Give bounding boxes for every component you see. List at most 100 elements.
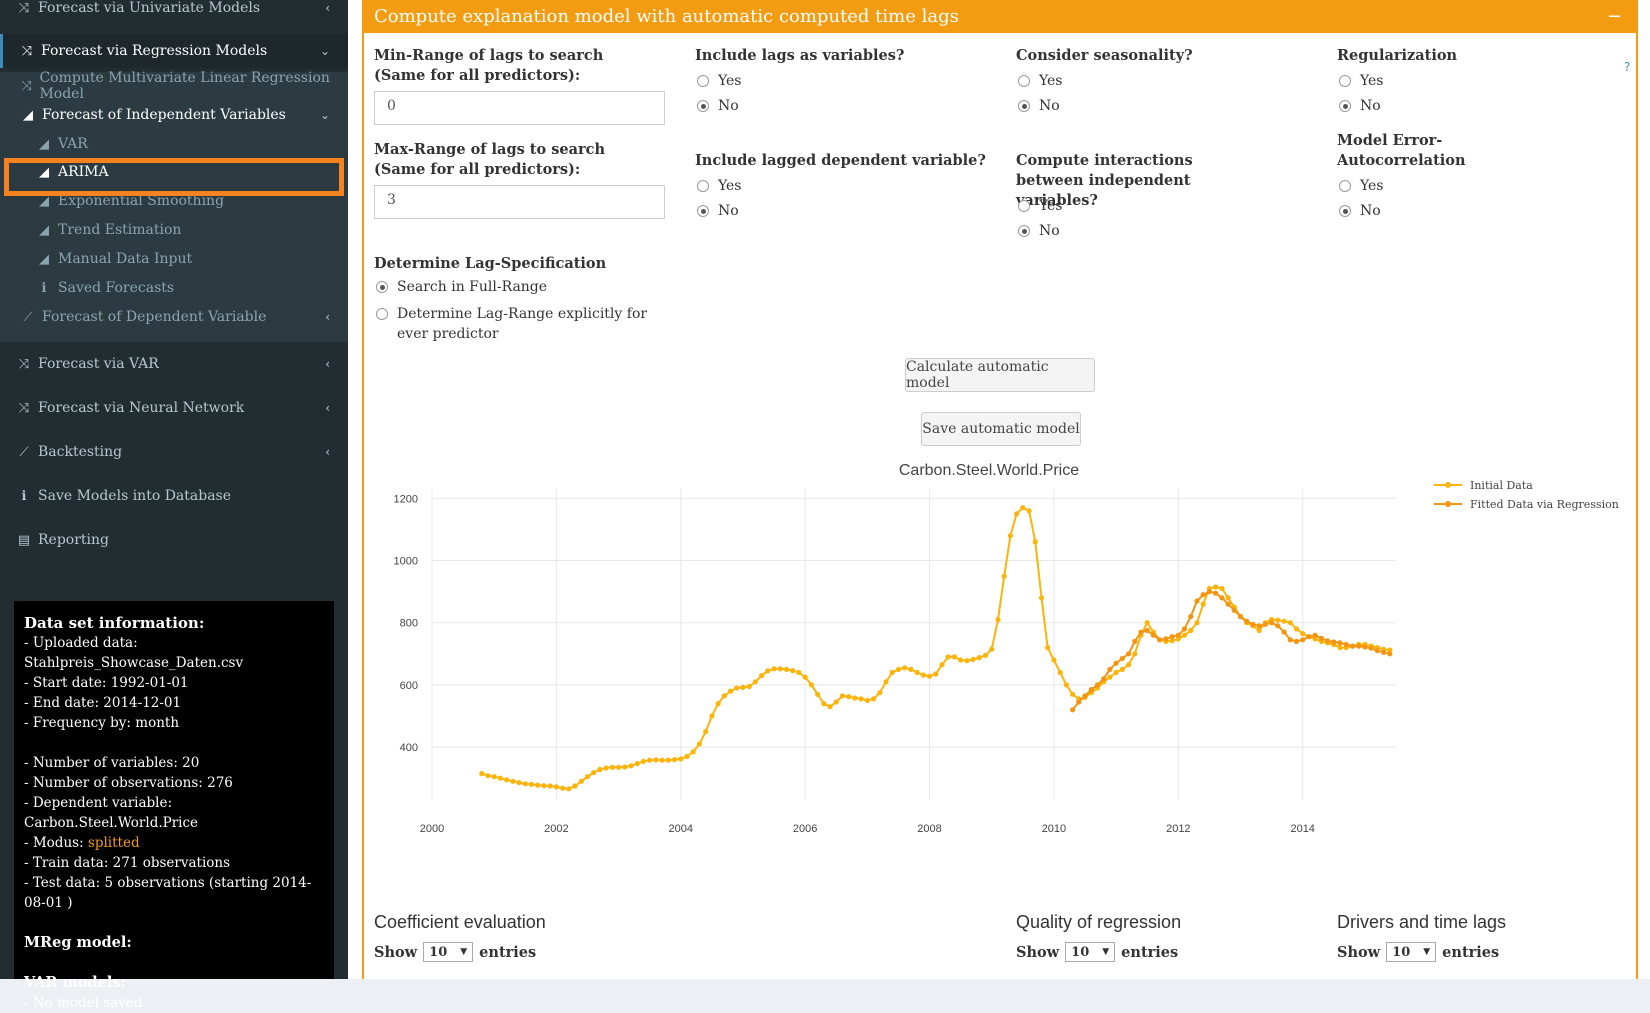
radio-selected[interactable] [697, 100, 709, 112]
data-point [852, 695, 858, 701]
regularization-no[interactable]: No [1339, 98, 1381, 114]
sidebar-subitem-manual-data-input[interactable]: ◢ Manual Data Input [0, 245, 348, 273]
data-point [926, 673, 933, 679]
data-point [1387, 651, 1393, 657]
data-point [958, 657, 964, 663]
data-point [1057, 669, 1063, 676]
calculate-automatic-model-button[interactable]: Calculate automatic model [905, 358, 1095, 392]
model-error-no[interactable]: No [1339, 203, 1381, 219]
data-point [1275, 617, 1281, 623]
price-chart: Carbon.Steel.World.Price 400 600 800 1000 120… [394, 462, 1619, 835]
data-point [591, 770, 597, 776]
area-chart-icon: ◢ [39, 136, 49, 152]
radio-unselected[interactable] [697, 75, 709, 87]
sidebar-item-label: Forecast via Regression Models [41, 43, 268, 59]
data-point [752, 679, 758, 685]
sidebar-subitem-forecast-of-independent-variables[interactable]: ◢ Forecast of Independent Variables ⌄ [0, 101, 348, 129]
data-point [821, 701, 827, 707]
data-point [1194, 598, 1200, 604]
coef-page-length: Show 10 ▼ entries [374, 942, 536, 962]
sidebar-subitem-saved-forecasts[interactable]: ℹ Saved Forecasts [0, 274, 348, 302]
model-error-yes[interactable]: Yes [1339, 178, 1384, 194]
sidebar-item-reporting[interactable]: ▤ Reporting [0, 523, 348, 557]
y-tick-label: 1000 [394, 556, 418, 568]
include-lags-no[interactable]: No [697, 98, 739, 114]
radio-unselected[interactable] [1018, 200, 1030, 212]
legend-marker [1445, 501, 1451, 507]
drivers-entries-select[interactable]: 10 ▼ [1386, 942, 1437, 962]
data-point [827, 704, 833, 710]
coef-entries-select[interactable]: 10 ▼ [423, 942, 474, 962]
data-point [1200, 601, 1206, 607]
interactions-no[interactable]: No [1018, 223, 1060, 239]
collapse-icon[interactable]: − [1607, 0, 1622, 33]
sidebar-item-backtesting[interactable]: ⟋ Backtesting ‹ [0, 435, 348, 469]
sidebar-item-forecast-via-var[interactable]: ⤨ Forecast via VAR ‹ [0, 347, 348, 381]
sidebar-subitem-forecast-of-dependent-variable[interactable]: ⟋ Forecast of Dependent Variable ‹ [0, 303, 348, 331]
lag-spec-full-range-option[interactable]: Search in Full-Range [376, 279, 547, 295]
data-point [603, 765, 609, 771]
option-label: Yes [718, 178, 742, 194]
regularization-yes[interactable]: Yes [1339, 73, 1384, 89]
main-content: Compute explanation model with automatic… [348, 0, 1650, 979]
max-range-input[interactable]: 3 [374, 185, 665, 219]
data-point [914, 669, 920, 676]
data-point [1231, 607, 1237, 613]
interactions-yes[interactable]: Yes [1018, 198, 1063, 214]
data-point [777, 666, 783, 672]
regularization-label: Regularization [1337, 47, 1458, 64]
radio-selected[interactable] [1339, 100, 1351, 112]
radio-unselected[interactable] [697, 180, 709, 192]
sidebar-item-forecast-via-regression-models[interactable]: ⤨ Forecast via Regression Models ⌄ [0, 34, 348, 68]
help-icon[interactable]: ? [1624, 60, 1630, 74]
data-point [578, 778, 584, 784]
radio-selected[interactable] [376, 281, 388, 293]
sidebar-subitem-var[interactable]: ◢ VAR [0, 130, 348, 158]
data-point [566, 786, 572, 792]
data-point [1325, 638, 1331, 644]
lagged-dep-no[interactable]: No [697, 203, 739, 219]
lagged-dep-yes[interactable]: Yes [697, 178, 742, 194]
data-point [1014, 511, 1020, 517]
radio-selected[interactable] [1018, 225, 1030, 237]
radio-unselected[interactable] [1018, 75, 1030, 87]
data-point [1293, 638, 1300, 644]
series-line-fitted-data [1071, 590, 1391, 711]
entries-label: entries [1442, 943, 1500, 961]
radio-selected[interactable] [1018, 100, 1030, 112]
sidebar-subitem-trend-estimation[interactable]: ◢ Trend Estimation [0, 216, 348, 244]
sidebar-item-forecast-via-neural-network[interactable]: ⤨ Forecast via Neural Network ‹ [0, 391, 348, 425]
radio-unselected[interactable] [1339, 75, 1351, 87]
radio-unselected[interactable] [1339, 180, 1351, 192]
sidebar-item-forecast-via-univariate-models[interactable]: ⤨ Forecast via Univariate Models ‹ [0, 0, 348, 16]
box-header: Compute explanation model with automatic… [364, 0, 1636, 33]
var-title: VAR models: [24, 974, 126, 991]
data-point [1144, 620, 1150, 626]
data-point [1107, 666, 1113, 672]
data-point [1225, 601, 1231, 607]
radio-unselected[interactable] [376, 308, 388, 320]
data-point [839, 693, 846, 699]
radio-selected[interactable] [697, 205, 709, 217]
seasonality-yes[interactable]: Yes [1018, 73, 1063, 89]
min-range-input[interactable]: 0 [374, 91, 665, 125]
coefficient-evaluation-title: Coefficient evaluation [374, 912, 546, 932]
sidebar-subitem-compute-multivariate-linear-regression-model[interactable]: ⤨ Compute Multivariate Linear Regression … [0, 70, 348, 102]
sidebar-item-save-models-into-database[interactable]: ℹ Save Models into Database [0, 479, 348, 513]
lag-spec-explicit-option[interactable]: Determine Lag-Range explicitly for ever … [376, 304, 656, 344]
lag-spec-label: Determine Lag-Specification [374, 255, 607, 272]
sidebar-subitem-label: Manual Data Input [58, 251, 193, 267]
sidebar-item-label: Backtesting [38, 444, 123, 460]
dropdown-arrow-icon: ▼ [1423, 947, 1431, 957]
data-point [846, 694, 852, 700]
data-point [1300, 637, 1306, 643]
radio-selected[interactable] [1339, 205, 1351, 217]
include-lags-yes[interactable]: Yes [697, 73, 742, 89]
save-automatic-model-button[interactable]: Save automatic model [921, 412, 1081, 446]
quality-entries-select[interactable]: 10 ▼ [1065, 942, 1116, 962]
sidebar-item-label: Forecast via VAR [38, 356, 159, 372]
seasonality-no[interactable]: No [1018, 98, 1060, 114]
sidebar-item-label: Forecast via Neural Network [38, 400, 245, 416]
seasonality-label: Consider seasonality? [1016, 47, 1193, 64]
data-point [864, 697, 870, 704]
